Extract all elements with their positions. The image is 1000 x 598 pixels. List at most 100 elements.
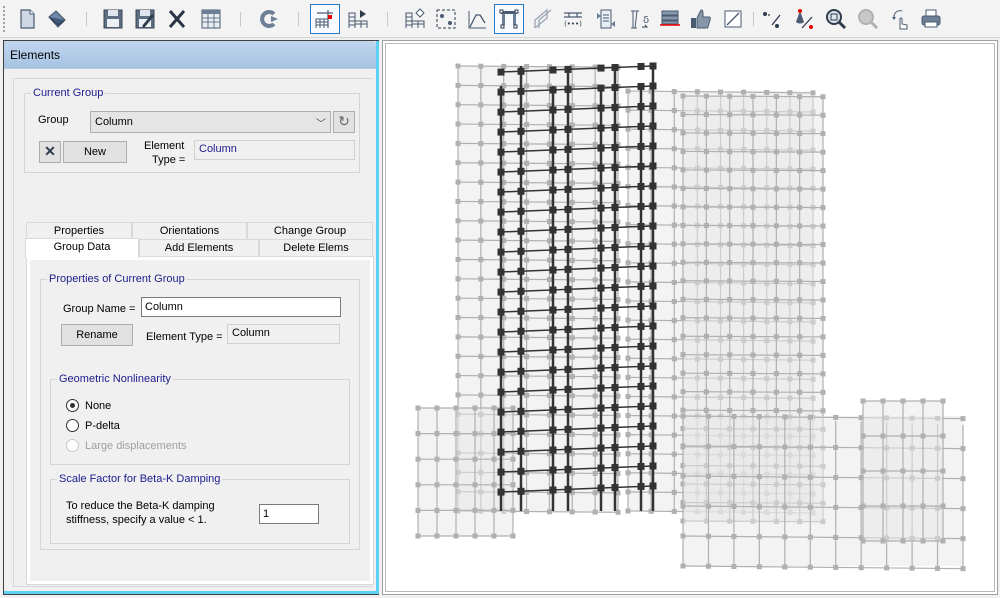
right-tower-node bbox=[773, 334, 779, 340]
table-button[interactable] bbox=[196, 4, 226, 34]
model-viewport[interactable] bbox=[382, 40, 998, 595]
toolbar-separator bbox=[240, 12, 241, 26]
right-tower-node bbox=[820, 389, 826, 395]
selected-node bbox=[649, 62, 657, 70]
accept-button[interactable] bbox=[686, 4, 716, 34]
right-tower-node bbox=[727, 241, 733, 247]
selected-node bbox=[611, 364, 619, 372]
check-model-button[interactable] bbox=[400, 4, 430, 34]
new-file-button[interactable] bbox=[12, 4, 42, 34]
radio-p-delta[interactable]: P-delta bbox=[66, 419, 120, 432]
right-tower-node bbox=[797, 315, 803, 321]
slope-button[interactable] bbox=[718, 4, 748, 34]
right-tower-node bbox=[750, 112, 756, 118]
selected-node bbox=[564, 445, 572, 453]
svg-text:δ: δ bbox=[643, 15, 649, 26]
delete-button[interactable] bbox=[162, 4, 192, 34]
model-setup-button[interactable] bbox=[310, 4, 340, 34]
drift-button[interactable]: δ bbox=[624, 4, 654, 34]
toolbar-grip[interactable] bbox=[3, 6, 5, 32]
right-tower-node bbox=[820, 371, 826, 377]
tab-orientations[interactable]: Orientations bbox=[132, 222, 247, 240]
toolbar-separator bbox=[387, 12, 388, 26]
right-tower-node bbox=[703, 204, 709, 210]
right-tower-node bbox=[680, 241, 686, 247]
nodes-icon bbox=[436, 9, 456, 29]
left-tower-node bbox=[569, 219, 575, 225]
selected-node bbox=[649, 302, 657, 310]
functions-button[interactable] bbox=[462, 4, 492, 34]
selected-node bbox=[549, 146, 557, 154]
selected-node bbox=[549, 366, 557, 374]
sections-button[interactable] bbox=[655, 4, 685, 34]
tab-change-group[interactable]: Change Group bbox=[247, 222, 373, 240]
zoom-previous-button[interactable] bbox=[853, 4, 883, 34]
left-tower-node bbox=[546, 315, 552, 321]
selected-node bbox=[611, 204, 619, 212]
selected-node bbox=[564, 345, 572, 353]
selected-node bbox=[564, 205, 572, 213]
rotate-button[interactable] bbox=[885, 4, 915, 34]
delete-group-button[interactable]: ✕ bbox=[39, 141, 61, 163]
left-tower-node bbox=[524, 354, 530, 360]
selected-node bbox=[611, 324, 619, 332]
frame-elements-button[interactable] bbox=[527, 4, 557, 34]
selected-node bbox=[517, 427, 525, 435]
tab-group-data[interactable]: Group Data bbox=[25, 238, 139, 258]
damping-value-input[interactable]: 1 bbox=[259, 504, 319, 524]
selected-node bbox=[611, 144, 619, 152]
middle-tower-node bbox=[625, 374, 631, 380]
save-as-button[interactable] bbox=[130, 4, 160, 34]
new-group-button[interactable]: New bbox=[63, 141, 127, 163]
print-button[interactable] bbox=[916, 4, 946, 34]
left-podium-node bbox=[453, 431, 459, 437]
middle-tower-node bbox=[625, 88, 631, 94]
annex-block-node bbox=[860, 468, 866, 474]
group-dropdown[interactable]: Column ﹀ bbox=[90, 111, 331, 133]
rename-button[interactable]: Rename bbox=[61, 324, 133, 346]
right-podium-node bbox=[705, 533, 711, 539]
middle-tower-node bbox=[671, 375, 677, 381]
tab-add-elements[interactable]: Add Elements bbox=[139, 239, 259, 257]
selected-node bbox=[549, 206, 557, 214]
selected-node bbox=[549, 126, 557, 134]
left-tower-node bbox=[546, 296, 552, 302]
loads-button[interactable]: (•••) bbox=[558, 4, 588, 34]
elements-button[interactable] bbox=[494, 4, 524, 34]
distance-button[interactable] bbox=[757, 4, 787, 34]
selected-node bbox=[549, 246, 557, 254]
right-tower-node bbox=[797, 334, 803, 340]
middle-tower-node bbox=[694, 89, 700, 95]
run-button[interactable] bbox=[254, 4, 284, 34]
element-type-label: Element bbox=[144, 140, 185, 152]
right-tower-node bbox=[727, 112, 733, 118]
save-button[interactable] bbox=[98, 4, 128, 34]
right-podium-node bbox=[680, 563, 686, 569]
nodes-button[interactable] bbox=[431, 4, 461, 34]
refresh-button[interactable]: ↻ bbox=[333, 111, 355, 133]
right-tower-node bbox=[727, 186, 733, 192]
middle-tower-node bbox=[671, 413, 677, 419]
radio-none[interactable]: None bbox=[66, 399, 111, 412]
selected-node bbox=[637, 362, 645, 370]
analysis-setup-button[interactable] bbox=[343, 4, 373, 34]
measure-3d-button[interactable] bbox=[789, 4, 819, 34]
load-patterns-button[interactable] bbox=[591, 4, 621, 34]
left-tower-node bbox=[524, 509, 530, 515]
rotate-hand-icon bbox=[892, 10, 908, 30]
tab-delete-elems[interactable]: Delete Elems bbox=[259, 239, 373, 257]
zoom-window-button[interactable] bbox=[821, 4, 851, 34]
selected-node bbox=[637, 62, 645, 70]
panel-border bbox=[376, 41, 379, 594]
selected-node bbox=[611, 124, 619, 132]
left-tower-node bbox=[478, 179, 484, 185]
right-tower-node bbox=[797, 371, 803, 377]
left-tower-node bbox=[592, 316, 598, 322]
left-tower-node bbox=[524, 238, 530, 244]
selected-node bbox=[564, 265, 572, 273]
right-tower-node bbox=[820, 334, 826, 340]
open-button[interactable] bbox=[42, 4, 72, 34]
structural-model-drawing[interactable] bbox=[383, 41, 997, 594]
right-podium-node bbox=[833, 414, 839, 420]
group-name-input[interactable]: Column bbox=[141, 297, 341, 317]
